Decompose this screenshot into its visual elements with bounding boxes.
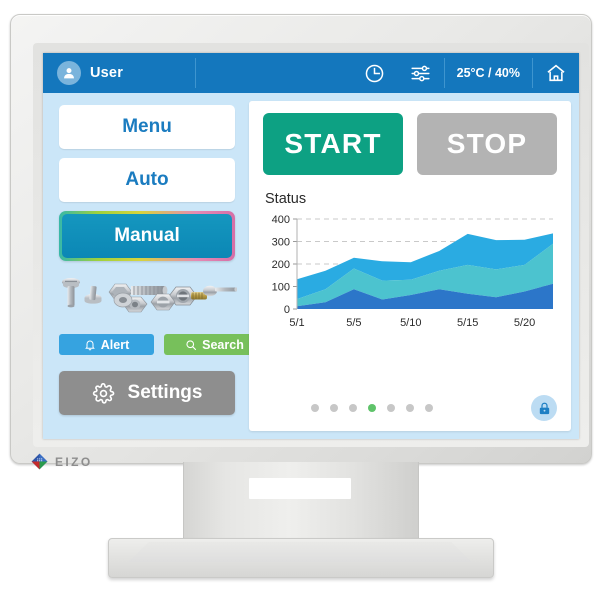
settings-button[interactable]: Settings xyxy=(59,371,235,415)
status-section-title: Status xyxy=(265,191,307,207)
chart-x-tick-label: 5/20 xyxy=(514,317,535,329)
settings-button-label: Settings xyxy=(127,382,203,403)
magnifier-icon xyxy=(186,339,197,350)
status-area-chart: 0 100 200 300 400 5/1 5/5 5/10 5/15 5/20 xyxy=(263,213,557,331)
sidebar-item-manual[interactable]: Manual xyxy=(59,211,235,261)
search-button-label: Search xyxy=(202,337,244,352)
panel-footer xyxy=(263,395,557,421)
pagination-dot[interactable] xyxy=(368,404,376,412)
ui-body: Menu Auto Manual Alert Search Settings S… xyxy=(43,93,579,439)
home-icon[interactable] xyxy=(533,53,579,93)
alert-button-label: Alert xyxy=(100,337,130,352)
chart-y-tick-label: 300 xyxy=(272,237,290,249)
user-account-button[interactable]: User xyxy=(43,53,195,93)
stop-button-label: STOP xyxy=(446,128,528,159)
monitor-chassis: User 25°C / 40% Menu Auto Manual Alert S… xyxy=(10,14,592,464)
chart-y-tick-label: 200 xyxy=(272,259,290,271)
eizo-diamond-logo xyxy=(31,453,48,470)
chart-x-tick-label: 5/5 xyxy=(346,317,361,329)
pagination-dot[interactable] xyxy=(387,404,395,412)
pagination-dot[interactable] xyxy=(349,404,357,412)
bolts-and-screws-photo xyxy=(59,270,237,328)
sidebar: Menu Auto Manual Alert Search Settings xyxy=(43,93,265,439)
sidebar-item-auto[interactable]: Auto xyxy=(59,158,235,202)
environment-readout: 25°C / 40% xyxy=(456,66,520,80)
pagination-dot[interactable] xyxy=(311,404,319,412)
start-button-label: START xyxy=(284,128,382,159)
sidebar-item-auto-label: Auto xyxy=(125,169,169,190)
pagination-dot[interactable] xyxy=(330,404,338,412)
brand-logo: EIZO xyxy=(30,452,93,471)
quick-action-row: Alert Search xyxy=(59,334,265,355)
user-name-label: User xyxy=(90,65,124,81)
user-avatar-icon xyxy=(57,61,81,85)
screen-canvas: User 25°C / 40% Menu Auto Manual Alert S… xyxy=(43,53,579,439)
chart-x-tick-label: 5/1 xyxy=(289,317,304,329)
chart-y-tick-label: 400 xyxy=(272,214,290,226)
start-button[interactable]: START xyxy=(263,113,403,175)
sidebar-item-menu[interactable]: Menu xyxy=(59,105,235,149)
screenshot-root: User 25°C / 40% Menu Auto Manual Alert S… xyxy=(0,0,600,600)
stop-button[interactable]: STOP xyxy=(417,113,557,175)
sidebar-item-manual-label: Manual xyxy=(62,214,232,258)
chart-y-tick-label: 0 xyxy=(284,304,290,316)
gear-icon xyxy=(92,382,114,404)
lock-icon[interactable] xyxy=(531,395,557,421)
stand-base-highlight xyxy=(128,542,472,562)
clock-icon[interactable] xyxy=(352,53,398,93)
content-panel: START STOP Status 0 100 200 300 400 5/1 5/5 5/1… xyxy=(249,101,571,431)
bell-icon xyxy=(84,340,95,350)
chart-y-tick-label: 100 xyxy=(272,282,290,294)
alert-button[interactable]: Alert xyxy=(59,334,154,355)
chart-canvas: 0 100 200 300 400 5/1 5/5 5/10 5/15 5/20 xyxy=(272,214,553,329)
pagination-dots[interactable] xyxy=(311,404,433,412)
display-screen: User 25°C / 40% Menu Auto Manual Alert S… xyxy=(43,53,579,439)
pagination-dot[interactable] xyxy=(425,404,433,412)
monitor-stand-neck xyxy=(183,462,419,538)
pagination-dot[interactable] xyxy=(406,404,414,412)
stand-cable-slot xyxy=(249,478,351,499)
brand-name: EIZO xyxy=(55,454,93,469)
chart-x-tick-label: 5/15 xyxy=(457,317,478,329)
chart-x-tick-label: 5/10 xyxy=(400,317,421,329)
action-buttons: START STOP xyxy=(263,113,557,175)
sliders-icon[interactable] xyxy=(398,53,444,93)
top-bar: User 25°C / 40% xyxy=(43,53,579,93)
sidebar-item-menu-label: Menu xyxy=(122,116,172,137)
